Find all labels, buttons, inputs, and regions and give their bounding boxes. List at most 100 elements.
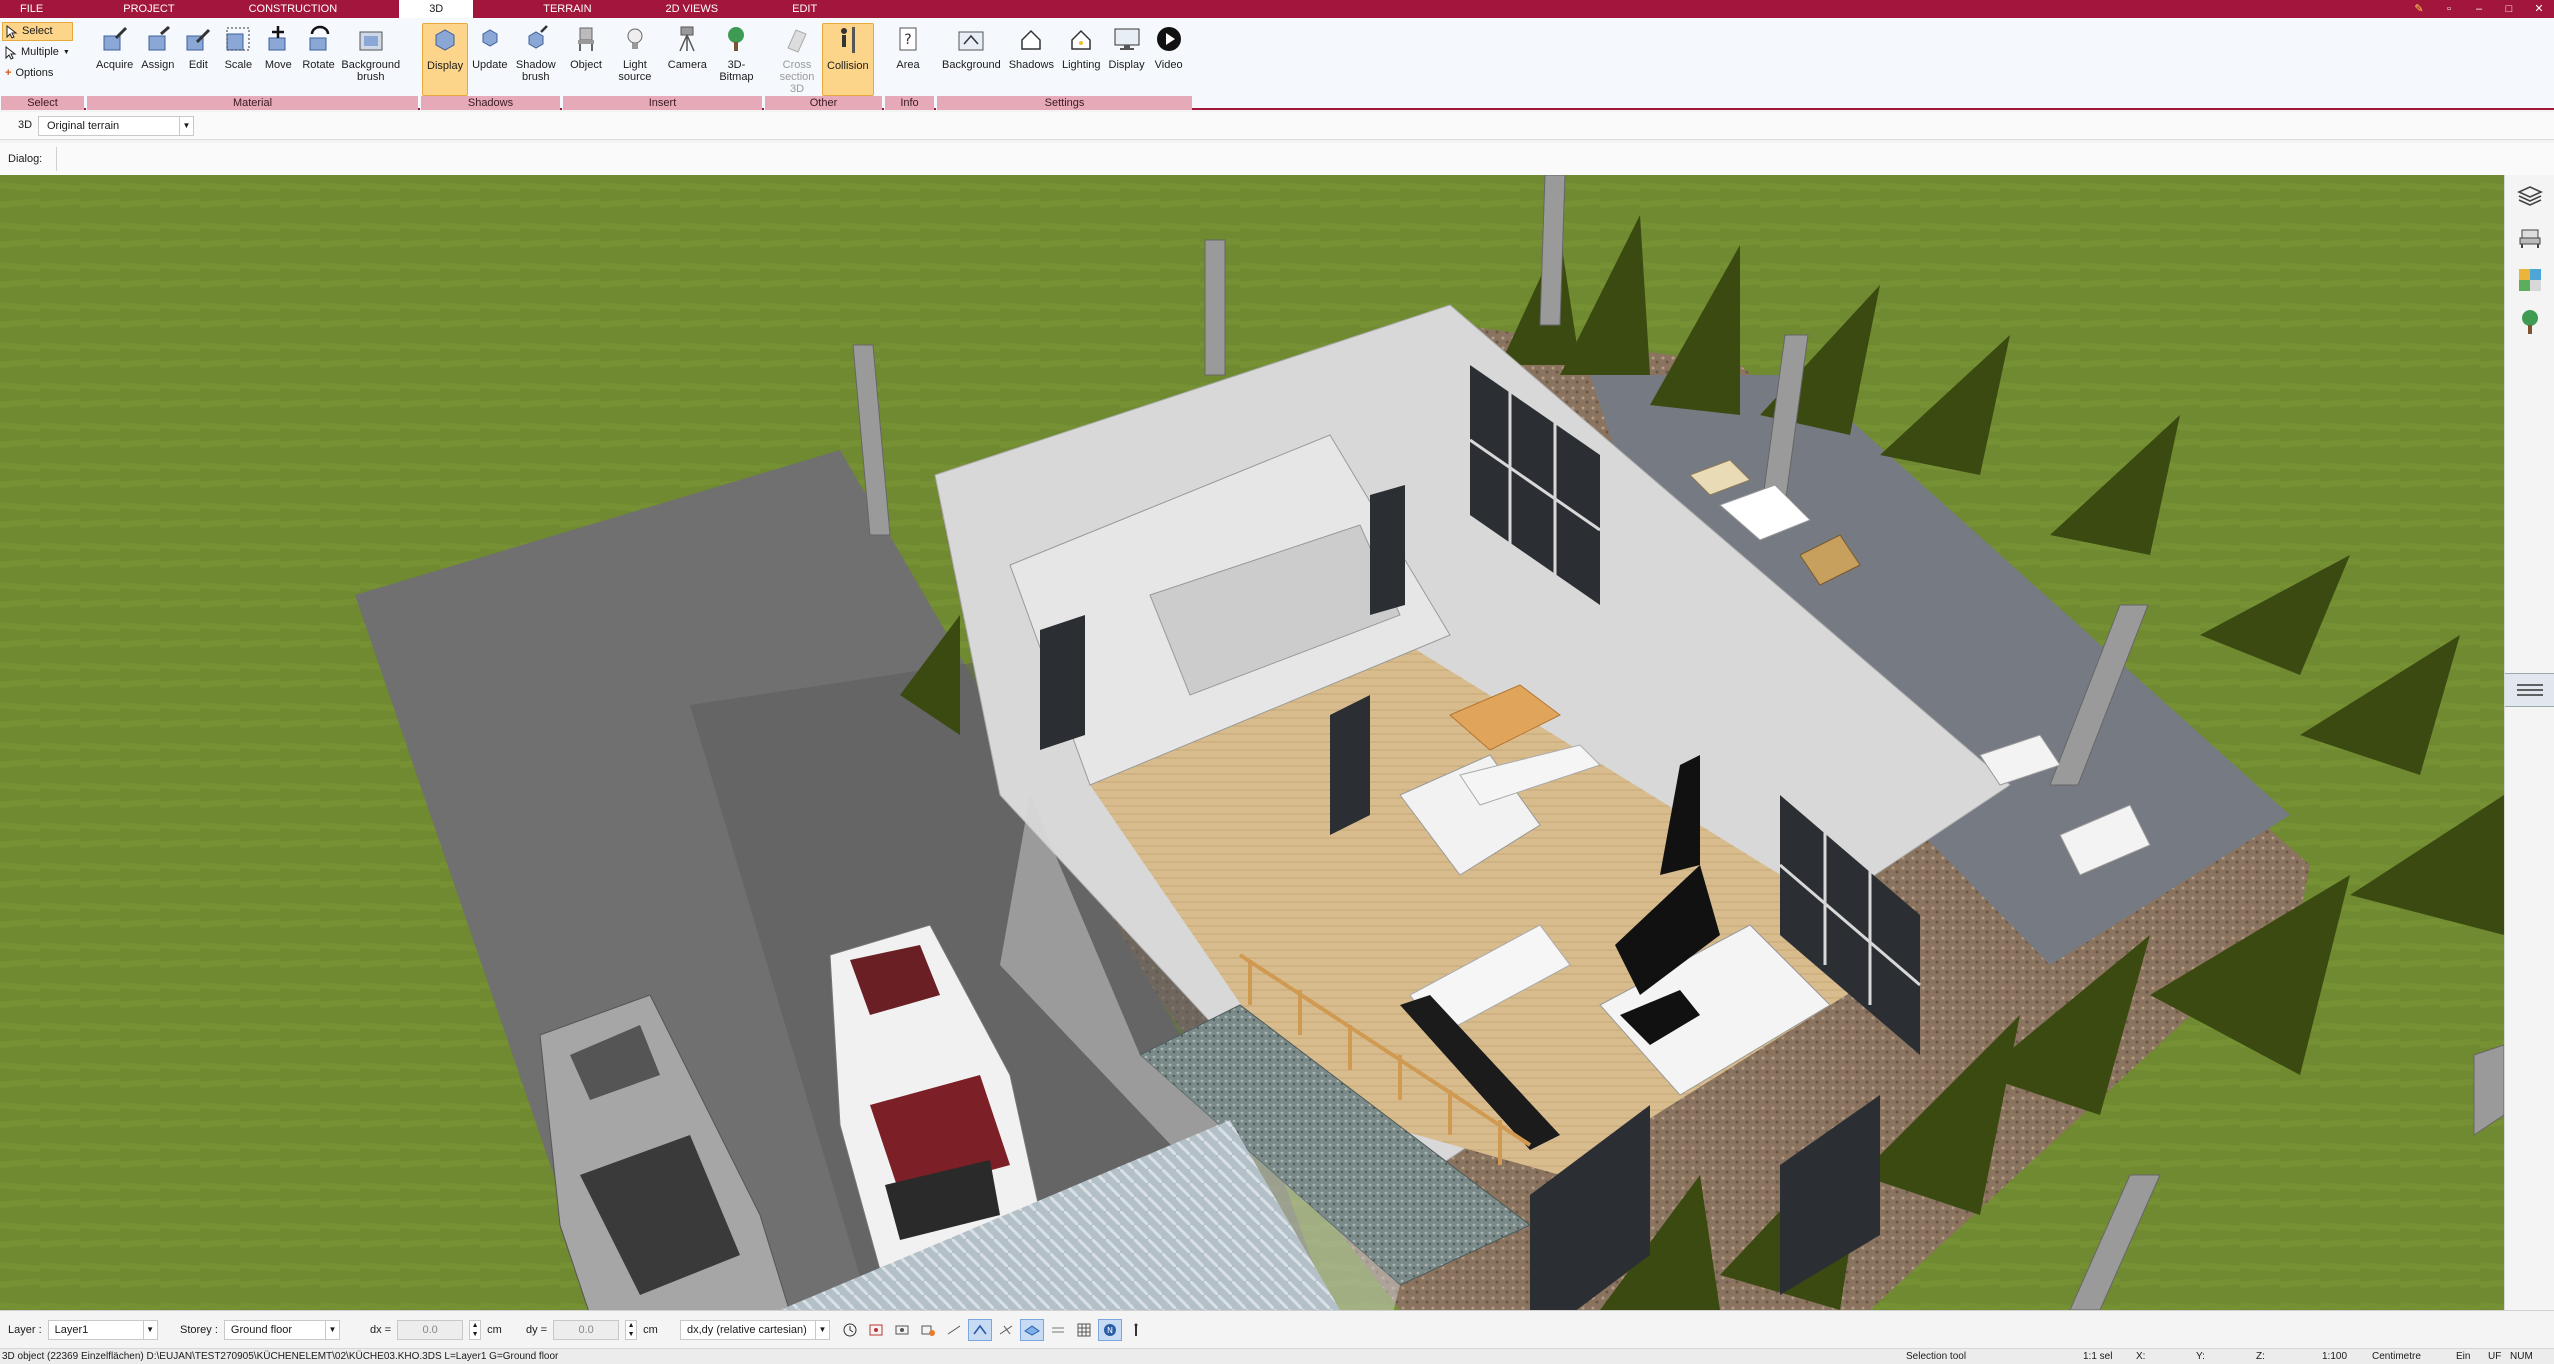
tab-3d[interactable]: 3D [399,0,474,18]
minimize-icon[interactable]: – [2464,0,2494,18]
hamburger-icon [2517,684,2543,696]
cursor-icon [6,24,18,39]
snap-line-icon[interactable] [942,1319,966,1341]
armchair-icon[interactable] [2505,217,2554,259]
light-source-button[interactable]: Light source [606,23,664,96]
chevron-down-icon: ▼ [179,117,193,135]
tab-construction[interactable]: CONSTRUCTION [237,0,350,18]
north-icon[interactable]: N [1098,1319,1122,1341]
snap-midpoint-icon[interactable] [890,1319,914,1341]
play-circle-icon [1153,23,1185,55]
panel-toggle-handle[interactable] [2505,673,2554,707]
shadow-brush-icon [520,23,552,55]
move-button[interactable]: Move [258,23,298,96]
selection-ratio-text: 1:1 sel [2083,1351,2113,1362]
lightbulb-icon [619,23,651,55]
shadows-settings-button[interactable]: Shadows [1005,23,1058,96]
chair-icon [570,23,602,55]
snap-hatch-icon[interactable] [1046,1319,1070,1341]
tab-terrain[interactable]: TERRAIN [531,0,603,18]
tools-icon[interactable]: ✎ [2404,0,2434,18]
materials-palette-icon[interactable] [2505,259,2554,301]
scale-text: 1:100 [2322,1351,2348,1362]
background-brush-icon [355,23,387,55]
tree-icon[interactable] [2505,301,2554,343]
dy-input[interactable]: 0.0 [553,1320,620,1340]
view-toolbar: 3D Original terrain ▼ [0,112,2554,140]
assign-button[interactable]: Assign [137,23,178,96]
multi-cursor-icon [5,45,17,60]
num-text: NUM [2510,1351,2533,1362]
snap-perpendicular-icon[interactable] [994,1319,1018,1341]
object-button[interactable]: Object [566,23,606,96]
coord-mode-select[interactable]: dx,dy (relative cartesian) ▼ [680,1320,830,1340]
update-shadows-button[interactable]: Update [468,23,511,96]
x-coord-label: X: [2136,1351,2146,1362]
dx-input[interactable]: 0.0 [397,1320,464,1340]
grid-icon[interactable] [1072,1319,1096,1341]
cross-section-icon [781,23,813,55]
shadow-cube-icon [429,24,461,56]
background-settings-button[interactable]: Background [938,23,1005,96]
3d-bitmap-button[interactable]: 3D-Bitmap [711,23,762,96]
tab-2d-views[interactable]: 2D VIEWS [654,0,731,18]
dx-stepper[interactable]: ▲ ▼ [469,1320,482,1340]
multiple-button[interactable]: Multiple ▼ [2,43,73,62]
group-label-insert: Insert [562,96,762,110]
pipette-icon [99,23,131,55]
maximize-icon[interactable]: □ [2494,0,2524,18]
info-line: 3D object (22369 Einzelflächen) D:\EUJAN… [0,1348,2554,1364]
edit-material-button[interactable]: Edit [178,23,218,96]
clock-icon[interactable] [838,1319,862,1341]
display-shadows-button[interactable]: Display [422,23,469,96]
close-icon[interactable]: ✕ [2524,0,2554,18]
collision-button[interactable]: Collision [822,23,874,96]
info-marker-icon[interactable] [1124,1319,1148,1341]
lighting-settings-button[interactable]: Lighting [1058,23,1105,96]
scale-button[interactable]: Scale [218,23,258,96]
camera-tripod-icon [671,23,703,55]
dy-field: dy = 0.0 ▲ ▼ cm [526,1320,658,1340]
snap-intersection-icon[interactable] [968,1319,992,1341]
ribbon-group-info: ? Area Info [884,18,934,110]
ribbon: Select Multiple ▼ + Options Select Acqui… [0,18,2554,110]
snap-grid-icon[interactable] [864,1319,888,1341]
group-label-material: Material [86,96,418,110]
rotate-button[interactable]: Rotate [298,23,338,96]
3d-scene[interactable] [0,175,2504,1310]
area-button[interactable]: ? Area [888,23,928,96]
chevron-down-icon: ▼ [142,1321,157,1339]
terrain-select[interactable]: Original terrain ▼ [38,116,194,136]
divider [56,147,57,171]
snap-endpoint-icon[interactable] [916,1319,940,1341]
tab-edit[interactable]: EDIT [780,0,829,18]
camera-button[interactable]: Camera [664,23,711,96]
view-mode-label: 3D [18,119,33,131]
options-button[interactable]: + Options [2,64,73,83]
restore-icon[interactable]: ▫ [2434,0,2464,18]
layer-field: Layer : Layer1 ▼ [8,1319,158,1341]
ribbon-group-select: Select Multiple ▼ + Options Select [0,18,84,110]
group-label-other: Other [764,96,882,110]
layer-select[interactable]: Layer1 ▼ [47,1320,158,1340]
select-button[interactable]: Select [2,22,73,41]
acquire-button[interactable]: Acquire [92,23,137,96]
house-lighting-icon [1065,23,1097,55]
object-info-text: 3D object (22369 Einzelflächen) D:\EUJAN… [2,1351,559,1362]
dy-stepper[interactable]: ▲ ▼ [625,1320,638,1340]
cross-section-3d-button[interactable]: Cross section 3D [772,23,822,96]
3d-viewport[interactable] [0,175,2504,1310]
plus-icon: + [5,67,12,79]
area-question-icon: ? [892,23,924,55]
brush-assign-icon [142,23,174,55]
shadow-brush-button[interactable]: Shadow brush [512,23,560,96]
layers-icon[interactable] [2505,175,2554,217]
tab-project[interactable]: PROJECT [111,0,186,18]
tab-file[interactable]: FILE [0,0,55,18]
svg-text:?: ? [904,32,911,48]
video-button[interactable]: Video [1149,23,1189,96]
background-brush-button[interactable]: Background brush [339,23,403,96]
storey-select[interactable]: Ground floor ▼ [223,1320,340,1340]
display-settings-button[interactable]: Display [1105,23,1149,96]
snap-surface-icon[interactable] [1020,1319,1044,1341]
